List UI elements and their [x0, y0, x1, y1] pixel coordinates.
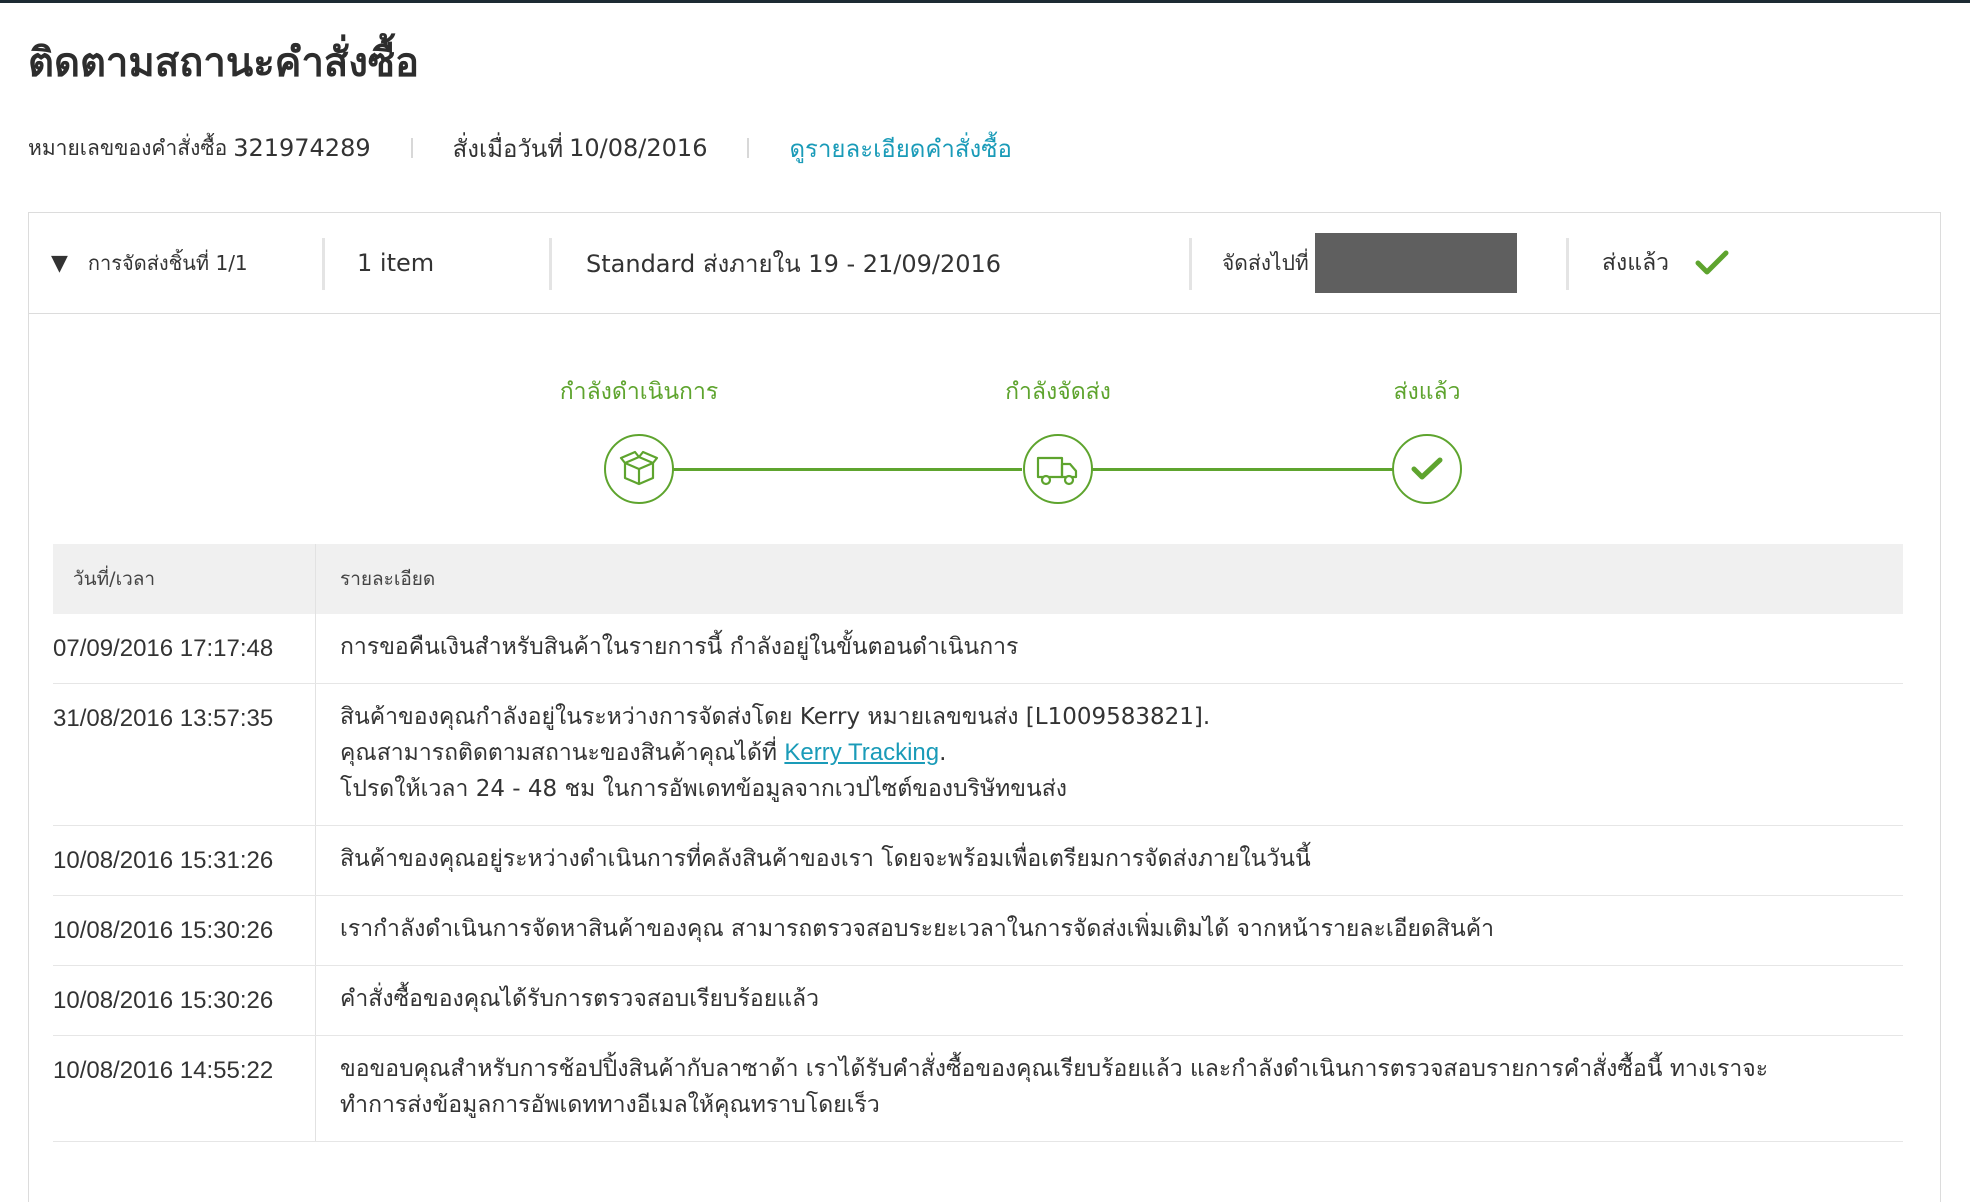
order-number-label: หมายเลขของคำสั่งซื้อ	[28, 135, 228, 160]
package-label: การจัดส่งชิ้นที่ 1/1	[87, 251, 248, 275]
row-detail: คำสั่งซื้อของคุณได้รับการตรวจสอบเรียบร้อ…	[315, 966, 1903, 1035]
divider	[1566, 238, 1569, 290]
detail-line: ทำการส่งข้อมูลการอัพเดททางอีเมลให้คุณทรา…	[340, 1092, 880, 1118]
column-header-detail: รายละเอียด	[315, 544, 1903, 614]
detail-line: คุณสามารถติดตามสถานะของสินค้าคุณได้ที่ K…	[340, 735, 1903, 771]
package-header: ▼ การจัดส่งชิ้นที่ 1/1 1 item Standard ส…	[29, 213, 1940, 314]
detail-line: เรากำลังดำเนินการจัดหาสินค้าของคุณ สามาร…	[340, 916, 1495, 942]
detail-line: การขอคืนเงินสำหรับสินค้าในรายการนี้ กำลั…	[340, 634, 1019, 660]
row-date: 31/08/2016 13:57:35	[53, 705, 274, 732]
table-row: 10/08/2016 15:30:26 คำสั่งซื้อของคุณได้ร…	[53, 966, 1903, 1036]
order-tracking-page: ติดตามสถานะคำสั่งซื้อ หมายเลขของคำสั่งซื…	[28, 0, 1943, 1202]
step-delivered	[1392, 434, 1462, 504]
table-row: 10/08/2016 14:55:22 ขอขอบคุณสำหรับการช้อ…	[53, 1036, 1903, 1142]
triangle-down-icon: ▼	[51, 250, 68, 276]
row-detail: การขอคืนเงินสำหรับสินค้าในรายการนี้ กำลั…	[315, 614, 1903, 683]
column-header-date: วันที่/เวลา	[73, 568, 156, 590]
row-date: 07/09/2016 17:17:48	[53, 635, 274, 662]
progress-line	[1061, 468, 1396, 471]
order-meta: หมายเลขของคำสั่งซื้อ 321974289 สั่งเมื่อ…	[28, 130, 1012, 166]
row-detail: เรากำลังดำเนินการจัดหาสินค้าของคุณ สามาร…	[315, 896, 1903, 965]
step-shipping	[1023, 434, 1093, 504]
row-date: 10/08/2016 15:30:26	[53, 987, 274, 1014]
progress-tracker: กำลังดำเนินการ กำลังจัดส่ง ส่งแล้ว	[29, 314, 1940, 534]
table-header: วันที่/เวลา รายละเอียด	[53, 544, 1903, 614]
detail-text: คุณสามารถติดตามสถานะของสินค้าคุณได้ที่	[340, 740, 785, 766]
divider	[549, 238, 552, 290]
status-cell: ส่งแล้ว	[1602, 213, 1729, 313]
order-number-value: 321974289	[233, 134, 371, 162]
redacted-address	[1314, 233, 1517, 293]
order-date-value: 10/08/2016	[569, 134, 708, 162]
checkmark-icon	[1695, 250, 1729, 275]
step-label-delivered: ส่งแล้ว	[1393, 379, 1461, 405]
row-detail: ขอขอบคุณสำหรับการช้อปปิ้งสินค้ากับลาซาด้…	[315, 1036, 1903, 1141]
row-date: 10/08/2016 15:30:26	[53, 917, 274, 944]
step-label-processing: กำลังดำเนินการ	[559, 379, 719, 405]
checkmark-icon	[1411, 457, 1443, 480]
divider	[322, 238, 325, 290]
box-icon	[619, 450, 659, 486]
row-date: 10/08/2016 15:31:26	[53, 847, 274, 874]
divider	[747, 138, 750, 158]
items-cell: 1 item	[357, 213, 434, 313]
item-count: 1 item	[357, 249, 435, 277]
divider	[1189, 238, 1192, 290]
kerry-tracking-link[interactable]: Kerry Tracking	[784, 739, 939, 766]
detail-line: สินค้าของคุณอยู่ระหว่างดำเนินการที่คลังส…	[340, 846, 1311, 872]
detail-line: คำสั่งซื้อของคุณได้รับการตรวจสอบเรียบร้อ…	[340, 986, 820, 1012]
step-label-shipping: กำลังจัดส่ง	[1005, 379, 1111, 405]
package-card: ▼ การจัดส่งชิ้นที่ 1/1 1 item Standard ส…	[28, 212, 1941, 1202]
ship-to-cell: จัดส่งไปที่	[1222, 213, 1517, 313]
package-toggle[interactable]: ▼ การจัดส่งชิ้นที่ 1/1	[51, 213, 248, 313]
delivery-cell: Standard ส่งภายใน 19 - 21/09/2016	[586, 213, 1001, 313]
table-row: 10/08/2016 15:30:26 เรากำลังดำเนินการจัด…	[53, 896, 1903, 966]
ship-to-label: จัดส่งไปที่	[1222, 250, 1309, 275]
detail-line: ขอขอบคุณสำหรับการช้อปปิ้งสินค้ากับลาซาด้…	[340, 1056, 1769, 1082]
truck-icon	[1036, 456, 1078, 486]
table-row: 10/08/2016 15:31:26 สินค้าของคุณอยู่ระหว…	[53, 826, 1903, 896]
detail-text: .	[939, 740, 947, 766]
delivery-estimate: Standard ส่งภายใน 19 - 21/09/2016	[586, 249, 1002, 278]
detail-line: สินค้าของคุณกำลังอยู่ในระหว่างการจัดส่งโ…	[340, 704, 1211, 730]
row-date: 10/08/2016 14:55:22	[53, 1057, 274, 1084]
package-status: ส่งแล้ว	[1602, 250, 1670, 276]
order-date-label: สั่งเมื่อวันที่	[452, 134, 564, 163]
progress-line	[642, 468, 1022, 471]
step-processing	[604, 434, 674, 504]
page-title: ติดตามสถานะคำสั่งซื้อ	[28, 40, 420, 86]
table-row: 07/09/2016 17:17:48 การขอคืนเงินสำหรับสิ…	[53, 614, 1903, 684]
tracking-history-table: วันที่/เวลา รายละเอียด 07/09/2016 17:17:…	[53, 544, 1903, 1142]
view-order-details-link[interactable]: ดูรายละเอียดคำสั่งซื้อ	[789, 129, 1011, 168]
divider	[410, 138, 413, 158]
table-row: 31/08/2016 13:57:35 สินค้าของคุณกำลังอยู…	[53, 684, 1903, 826]
row-detail: สินค้าของคุณกำลังอยู่ในระหว่างการจัดส่งโ…	[315, 684, 1903, 825]
row-detail: สินค้าของคุณอยู่ระหว่างดำเนินการที่คลังส…	[315, 826, 1903, 895]
detail-line: โปรดให้เวลา 24 - 48 ชม ในการอัพเดทข้อมูล…	[340, 776, 1068, 802]
